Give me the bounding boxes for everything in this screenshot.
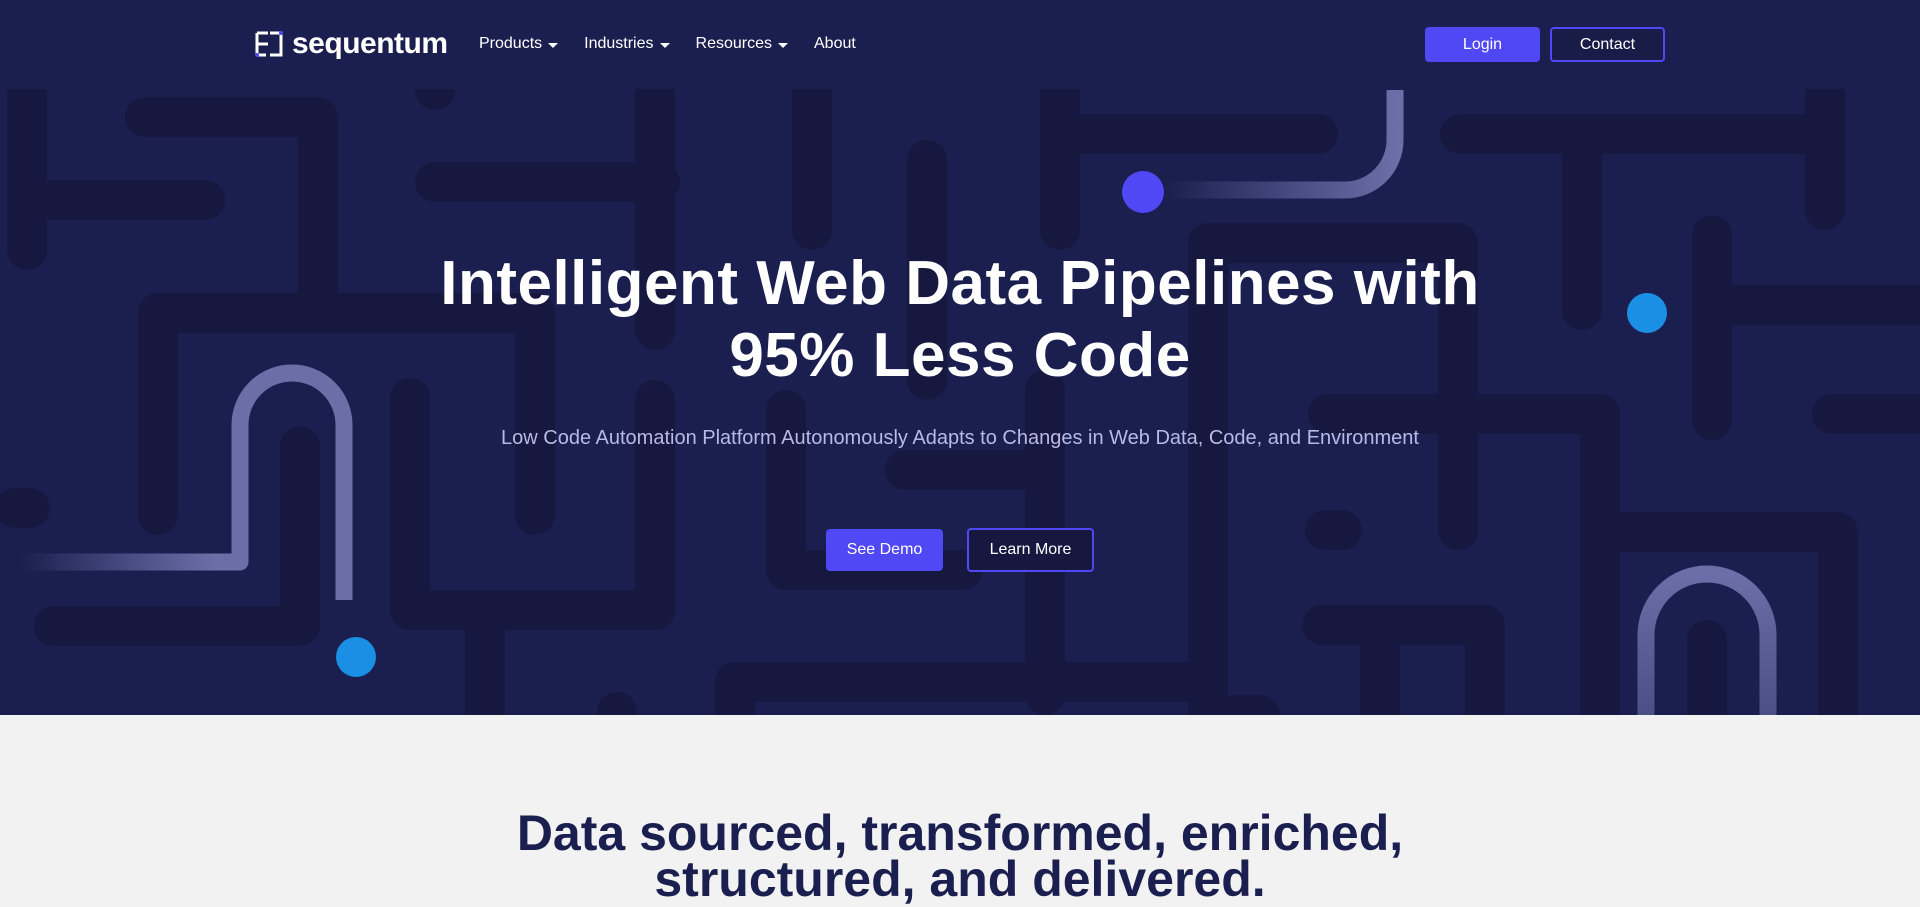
blue-dot xyxy=(336,637,376,677)
blue-dot xyxy=(1627,293,1667,333)
nav-item-industries[interactable]: Industries xyxy=(584,32,670,56)
hero-section: sequentum Products Industries Resources … xyxy=(0,0,1920,715)
caret-down-icon xyxy=(778,42,788,48)
login-button[interactable]: Login xyxy=(1425,27,1540,62)
nav-item-about[interactable]: About xyxy=(814,32,856,56)
main-nav: Products Industries Resources About xyxy=(479,32,856,56)
accent-dot xyxy=(1122,171,1164,213)
maze-walls xyxy=(0,70,1920,715)
section-heading-line-2: structured, and delivered. xyxy=(654,851,1266,907)
hero-title: Intelligent Web Data Pipelines with 95% … xyxy=(360,248,1560,392)
logo-text: sequentum xyxy=(292,27,448,60)
caret-down-icon xyxy=(548,42,559,48)
hero-title-line-2: 95% Less Code xyxy=(729,321,1191,390)
logo[interactable]: sequentum xyxy=(254,27,448,61)
learn-more-button[interactable]: Learn More xyxy=(967,528,1094,572)
contact-button[interactable]: Contact xyxy=(1550,27,1665,62)
nav-item-label: Resources xyxy=(695,35,772,52)
nav-item-label: Industries xyxy=(584,35,654,52)
nav-item-label: About xyxy=(814,35,856,52)
caret-down-icon xyxy=(659,42,670,48)
features-section: Data sourced, transformed, enriched, str… xyxy=(0,715,1920,904)
hero-title-line-1: Intelligent Web Data Pipelines with xyxy=(440,249,1480,318)
nav-item-resources[interactable]: Resources xyxy=(696,32,788,56)
hero-subtitle: Low Code Automation Platform Autonomousl… xyxy=(501,427,1419,449)
nav-item-label: Products xyxy=(479,35,543,52)
sequentum-logo-icon xyxy=(254,29,284,59)
section-heading: Data sourced, transformed, enriched, str… xyxy=(360,808,1560,904)
nav-item-products[interactable]: Products xyxy=(479,32,559,56)
see-demo-button[interactable]: See Demo xyxy=(826,529,943,571)
site-header: sequentum Products Industries Resources … xyxy=(0,0,1920,89)
